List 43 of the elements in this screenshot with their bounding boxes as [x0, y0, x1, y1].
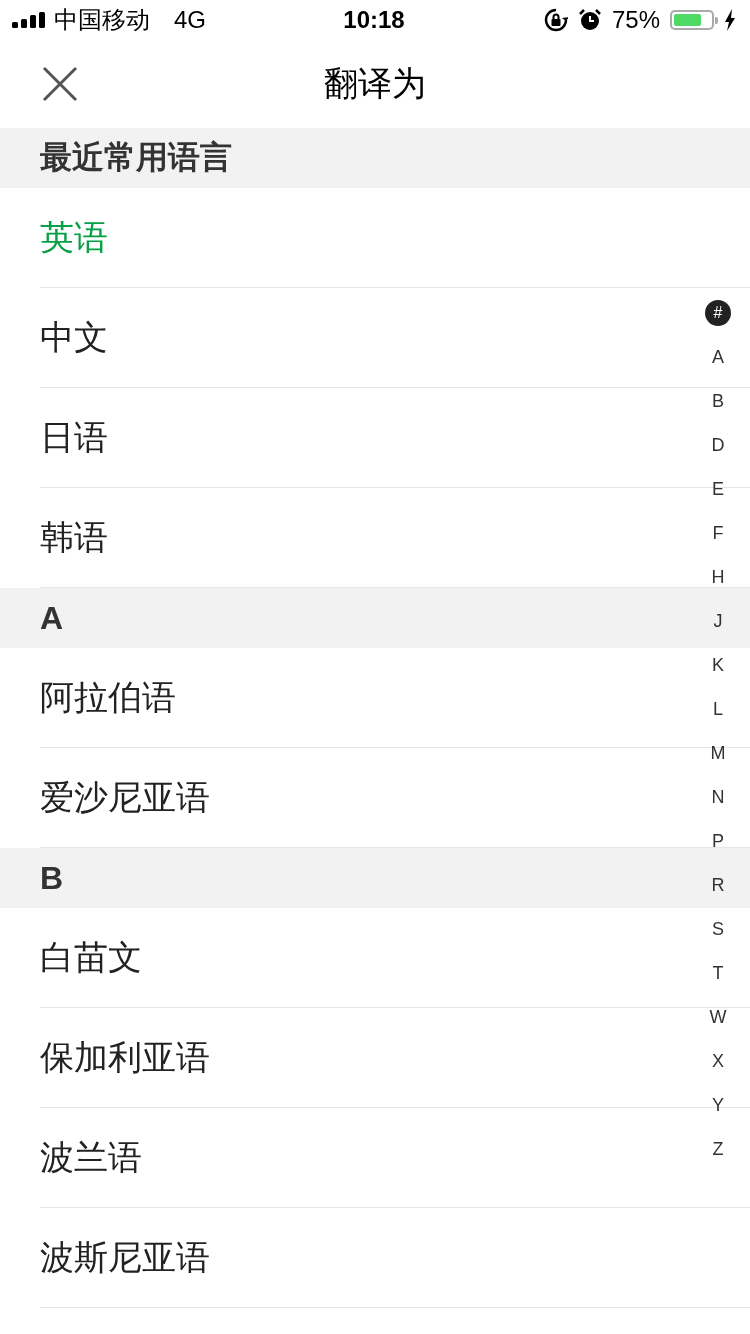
language-item[interactable]: 波兰语: [40, 1134, 142, 1181]
signal-icon: [12, 12, 46, 28]
section-header: A: [40, 599, 64, 637]
network-type: 4G: [174, 6, 206, 34]
index-letter[interactable]: A: [712, 335, 724, 379]
index-letter[interactable]: X: [712, 1039, 724, 1083]
index-letter[interactable]: R: [711, 863, 725, 907]
index-letter[interactable]: #: [705, 300, 731, 326]
section-header: 最近常用语言: [40, 138, 232, 177]
index-letter[interactable]: L: [713, 687, 723, 731]
language-item[interactable]: 波斯尼亚语: [40, 1234, 210, 1281]
index-letter[interactable]: Z: [712, 1127, 724, 1171]
index-letter[interactable]: P: [712, 819, 724, 863]
index-letter[interactable]: E: [712, 467, 724, 511]
language-item[interactable]: 韩语: [40, 514, 108, 561]
index-letter[interactable]: T: [712, 951, 724, 995]
index-letter[interactable]: D: [711, 423, 725, 467]
index-letter[interactable]: J: [713, 599, 723, 643]
alarm-clock-icon: [577, 8, 602, 32]
index-letter[interactable]: Y: [712, 1083, 724, 1127]
rotation-lock-icon: [543, 8, 568, 32]
language-item[interactable]: 保加利亚语: [40, 1034, 210, 1081]
index-letter[interactable]: W: [709, 995, 727, 1039]
index-letter[interactable]: F: [712, 511, 724, 555]
language-item[interactable]: 爱沙尼亚语: [40, 774, 210, 821]
index-letter[interactable]: S: [712, 907, 724, 951]
index-letter[interactable]: M: [710, 731, 726, 775]
page-title: 翻译为: [324, 63, 426, 104]
charging-bolt-icon: [724, 9, 736, 31]
language-item[interactable]: 日语: [40, 414, 108, 461]
language-item[interactable]: 中文: [40, 314, 108, 361]
index-letter[interactable]: B: [712, 379, 724, 423]
carrier-name: 中国移动: [54, 5, 150, 35]
index-letter[interactable]: H: [711, 555, 725, 599]
section-header: B: [40, 859, 64, 897]
index-letter[interactable]: K: [712, 643, 724, 687]
index-letter[interactable]: N: [711, 775, 725, 819]
language-item[interactable]: 白苗文: [40, 934, 142, 981]
battery-percent: 75%: [611, 6, 660, 34]
language-item[interactable]: 阿拉伯语: [40, 674, 176, 721]
close-icon: [42, 66, 78, 102]
status-time: 10:18: [343, 6, 405, 34]
close-button[interactable]: [42, 66, 78, 102]
